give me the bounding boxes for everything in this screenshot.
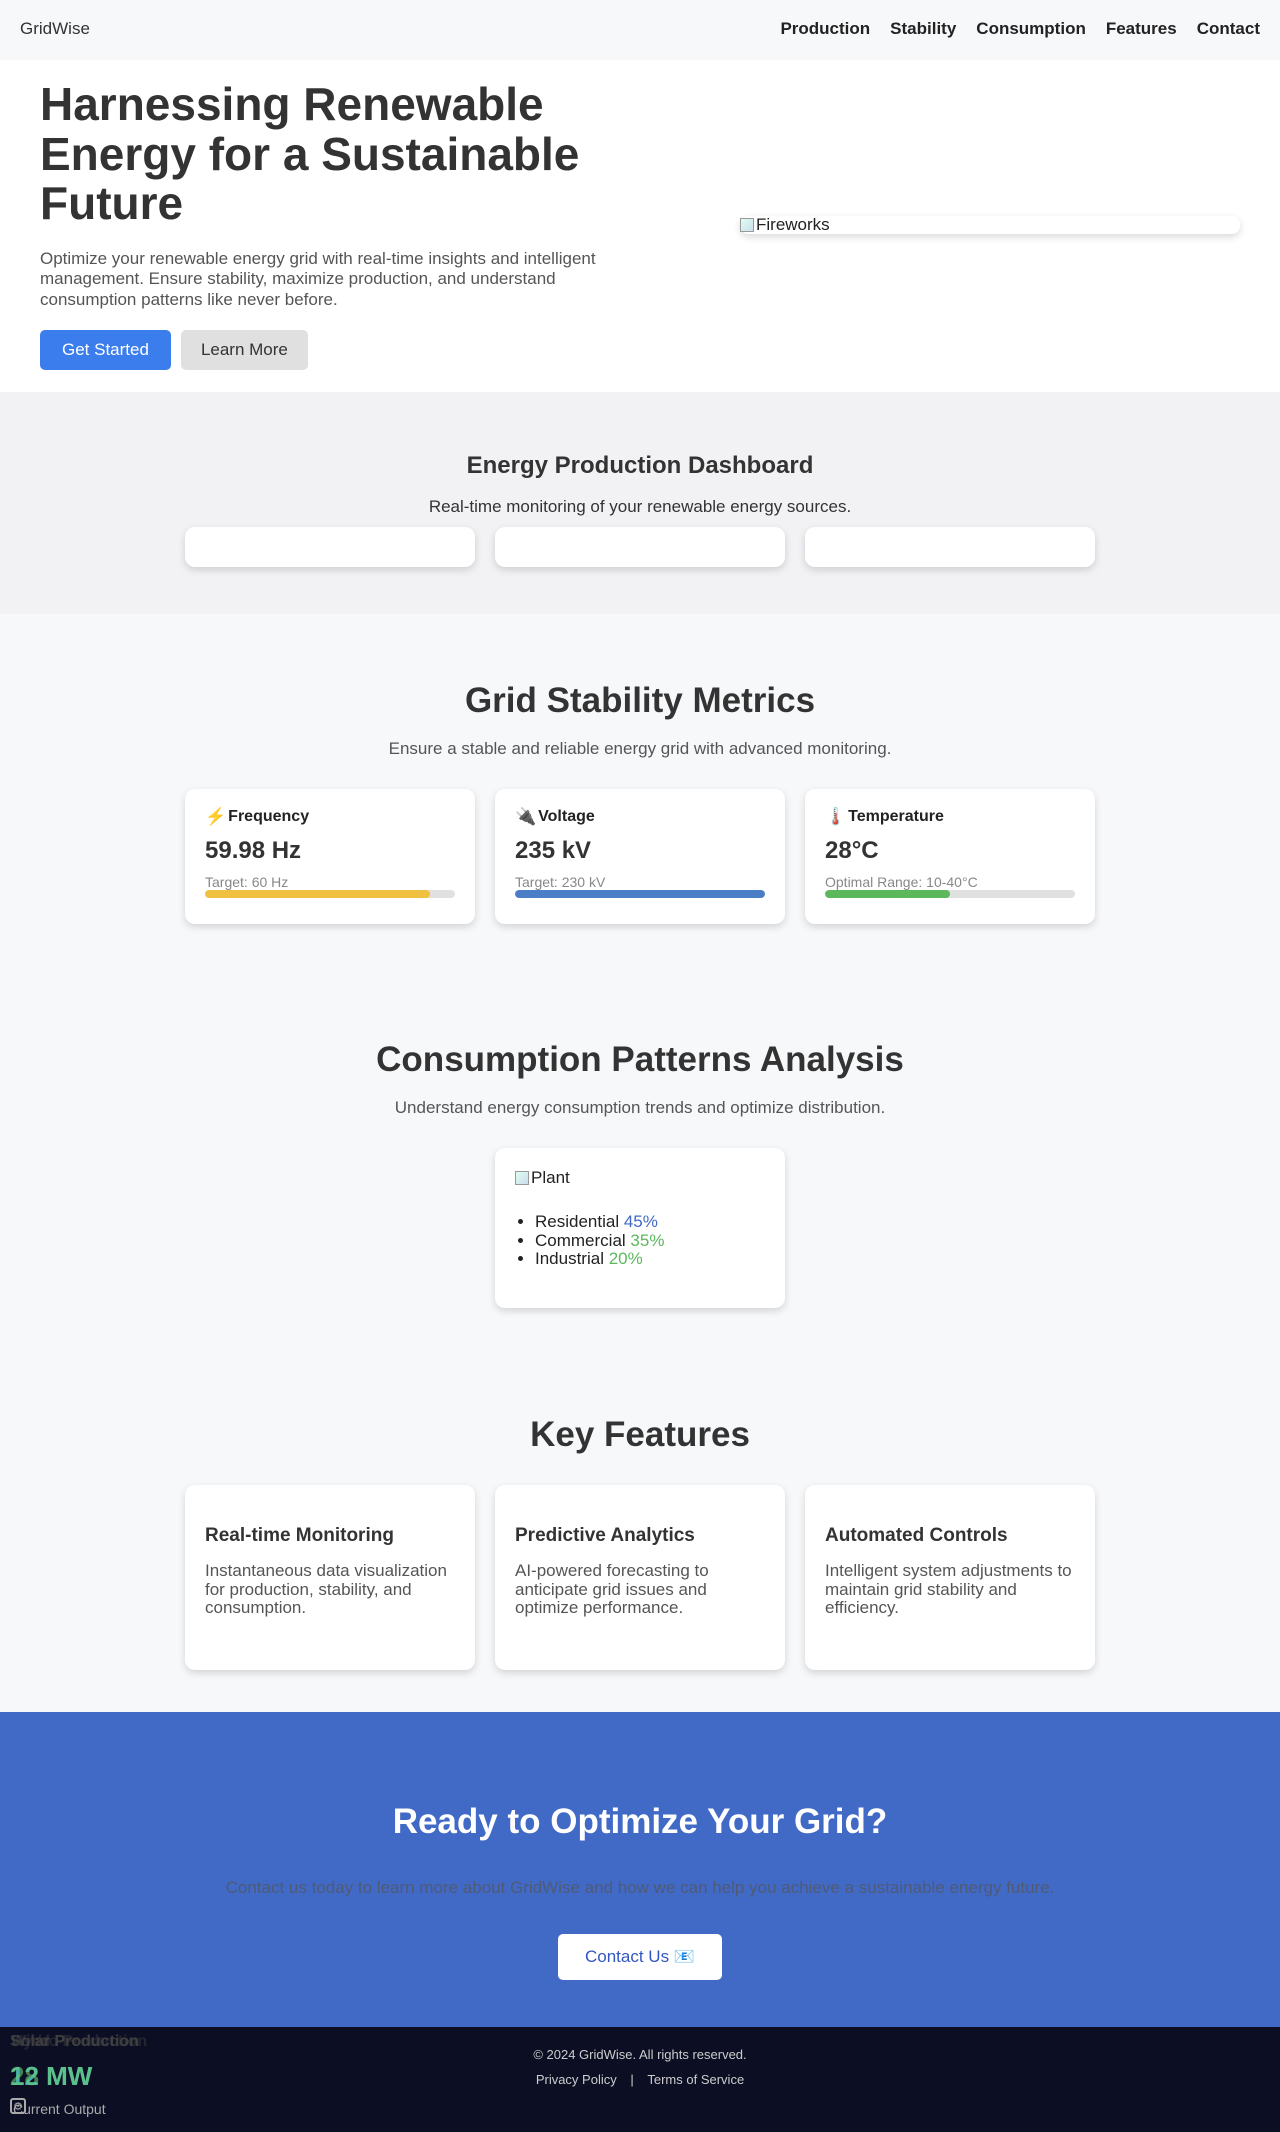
consumption-label: Residential [535, 1212, 620, 1231]
metric-value: 235 kV [515, 837, 592, 864]
feature-title: Real-time Monitoring [205, 1525, 394, 1546]
cta-title: Ready to Optimize Your Grid? [392, 1802, 888, 1841]
progress-fill [825, 890, 950, 898]
metric-header: 🔌 Voltage [515, 807, 765, 827]
metric-value: 28°C [825, 837, 879, 864]
feature-text: AI-powered forecasting to anticipate gri… [515, 1561, 709, 1618]
consumption-subtitle: Understand energy consumption trends and… [394, 1098, 886, 1117]
feature-title: Automated Controls [825, 1525, 1008, 1546]
cta-section: Ready to Optimize Your Grid? Contact us … [0, 1712, 1280, 2027]
nav-links: Production Stability Consumption Feature… [780, 19, 1260, 39]
overlay-label: Hydro Production [12, 2033, 148, 2050]
contact-us-button[interactable]: Contact Us 📧 [558, 1934, 722, 1980]
feature-title: Predictive Analytics [515, 1525, 695, 1546]
feature-card-monitoring: Real-time Monitoring Instantaneous data … [185, 1485, 475, 1670]
list-item: Commercial 35% [535, 1230, 765, 1251]
progress-bar [825, 890, 1075, 898]
thermometer-icon: 🌡️ [825, 807, 847, 826]
learn-more-button[interactable]: Learn More [180, 330, 308, 371]
plant-image-alt: Plant [531, 1168, 570, 1187]
footer: © 2024 GridWise. All rights reserved. Pr… [0, 2027, 1280, 2132]
production-title: Energy Production Dashboard [466, 452, 814, 479]
production-subtitle: Real-time monitoring of your renewable e… [428, 497, 852, 516]
consumption-title: Consumption Patterns Analysis [376, 1040, 904, 1079]
feature-card-analytics: Predictive Analytics AI-powered forecast… [495, 1485, 785, 1670]
consumption-value: 45% [623, 1212, 658, 1231]
progress-bar [205, 890, 455, 898]
progress-fill [515, 890, 765, 898]
metric-label: Frequency [228, 808, 310, 825]
consumption-list: Residential 45% Commercial 35% Industria… [515, 1212, 765, 1269]
nav-link-production[interactable]: Production [780, 19, 870, 39]
metric-value: 59.98 Hz [205, 837, 302, 864]
lightning-icon: ⚡ [205, 807, 227, 826]
nav-link-features[interactable]: Features [1106, 19, 1177, 39]
nav-link-contact[interactable]: Contact [1197, 19, 1260, 39]
feature-card-controls: Automated Controls Intelligent system ad… [805, 1485, 1095, 1670]
stability-title: Grid Stability Metrics [464, 681, 816, 720]
list-item: Residential 45% [535, 1212, 765, 1232]
hero-image: Fireworks [740, 215, 1240, 234]
feature-cards: Real-time Monitoring Instantaneous data … [0, 1485, 1280, 1670]
metric-target: Target: 60 Hz [205, 874, 289, 890]
consumption-value: 35% [630, 1230, 665, 1250]
nav-link-consumption[interactable]: Consumption [976, 19, 1086, 39]
brand-logo[interactable]: GridWise [20, 19, 90, 39]
feature-text: Intelligent system adjustments to mainta… [825, 1561, 1072, 1618]
broken-image-icon [515, 1171, 529, 1185]
metric-card-frequency: ⚡ Frequency 59.98 Hz Target: 60 Hz [185, 789, 475, 924]
plug-icon: 🔌 [515, 807, 537, 826]
overlay-value: 28 MW [10, 2061, 93, 2091]
metric-target: Target: 230 kV [515, 874, 606, 890]
production-overlay: Solar Production Wind Production Hydro P… [10, 2033, 210, 2132]
footer-separator: | [630, 2072, 634, 2087]
metric-target: Optimal Range: 10-40°C [825, 874, 978, 890]
hero-image-alt: Fireworks [756, 215, 830, 234]
features-title: Key Features [530, 1415, 750, 1454]
production-card [185, 527, 475, 567]
consumption-card: Plant Residential 45% Commercial 35% Ind… [495, 1148, 785, 1308]
hero-title: Harnessing Renewable Energy for a Sustai… [40, 77, 580, 230]
terms-link[interactable]: Terms of Service [647, 2072, 744, 2087]
metric-header: ⚡ Frequency [205, 807, 455, 827]
top-nav: GridWise Production Stability Consumptio… [0, 0, 1280, 58]
nav-link-stability[interactable]: Stability [890, 19, 956, 39]
consumption-label: Industrial [535, 1249, 604, 1269]
cta-text: Contact us today to learn more about Gri… [225, 1878, 1055, 1897]
hero-description: Optimize your renewable energy grid with… [40, 248, 596, 309]
metric-label: Temperature [848, 808, 944, 825]
list-item: Industrial 20% [535, 1250, 765, 1269]
consumption-value: 20% [608, 1249, 643, 1269]
metric-header: 🌡️ Temperature [825, 807, 1075, 827]
feature-text: Instantaneous data visualization for pro… [205, 1561, 447, 1618]
hero-section: Harnessing Renewable Energy for a Sustai… [0, 58, 1280, 392]
production-section: Energy Production Dashboard Real-time mo… [0, 392, 1280, 614]
privacy-policy-link[interactable]: Privacy Policy [536, 2072, 617, 2087]
metric-cards: ⚡ Frequency 59.98 Hz Target: 60 Hz 🔌 Vol… [0, 789, 1280, 924]
metric-card-temperature: 🌡️ Temperature 28°C Optimal Range: 10-40… [805, 789, 1095, 924]
features-section: Key Features Real-time Monitoring Instan… [0, 1357, 1280, 1712]
broken-image-icon [740, 218, 754, 232]
consumption-section: Consumption Patterns Analysis Understand… [0, 972, 1280, 1357]
metric-card-voltage: 🔌 Voltage 235 kV Target: 230 kV [495, 789, 785, 924]
get-started-button[interactable]: Get Started [40, 330, 171, 371]
hero-buttons: Get Started Learn More [40, 330, 630, 371]
overlay-subtitle: Current Output [13, 2101, 106, 2117]
production-card [805, 527, 1095, 567]
stability-section: Grid Stability Metrics Ensure a stable a… [0, 614, 1280, 972]
consumption-label: Commercial [535, 1230, 626, 1250]
progress-fill [205, 890, 430, 898]
metric-label: Voltage [538, 808, 595, 825]
hero-image-wrap: Fireworks [630, 215, 1240, 234]
production-card [495, 527, 785, 567]
production-cards [0, 527, 1280, 567]
plant-image: Plant [515, 1168, 765, 1188]
stability-subtitle: Ensure a stable and reliable energy grid… [388, 739, 892, 758]
progress-bar [515, 890, 765, 898]
hero-text: Harnessing Renewable Energy for a Sustai… [40, 77, 630, 371]
